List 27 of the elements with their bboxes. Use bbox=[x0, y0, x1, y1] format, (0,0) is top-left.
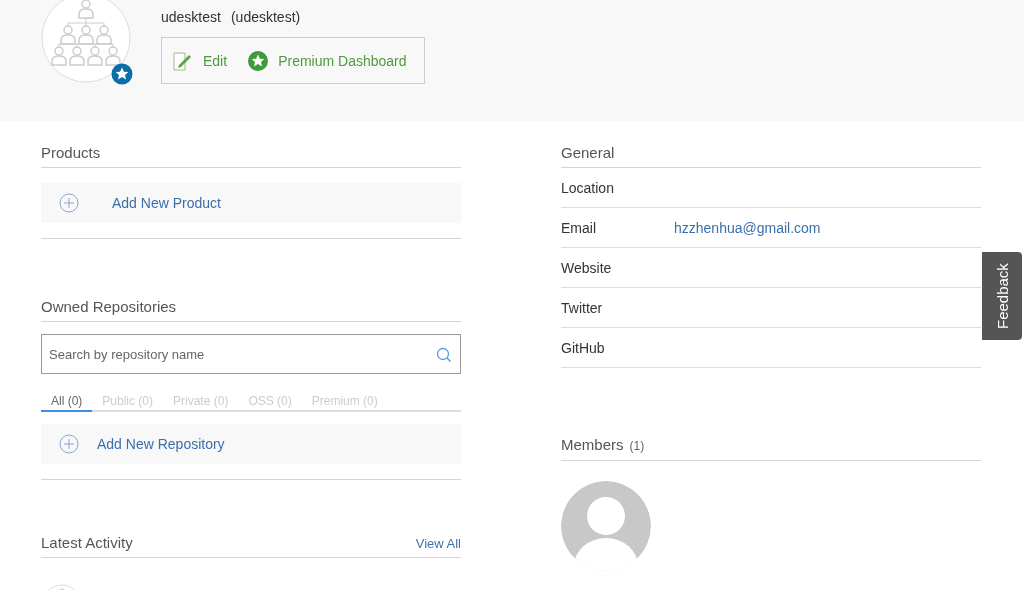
search-field[interactable]: Search by repository name bbox=[41, 334, 461, 374]
edit-button[interactable]: Edit bbox=[172, 49, 228, 72]
organization-handle: (udesktest) bbox=[230, 9, 301, 27]
section-title: General bbox=[561, 144, 615, 161]
field-label: Website bbox=[561, 259, 613, 276]
add-product-button[interactable]: Add New Product bbox=[41, 183, 461, 223]
section-title: Members bbox=[561, 436, 624, 453]
plus-icon bbox=[59, 193, 79, 213]
section-title: Latest Activity bbox=[41, 534, 133, 551]
field-label: GitHub bbox=[561, 339, 606, 356]
member-avatar[interactable] bbox=[561, 481, 651, 571]
field-label: Twitter bbox=[561, 299, 604, 316]
section-title: Products bbox=[41, 144, 101, 161]
view-all-link[interactable]: View All bbox=[415, 536, 461, 551]
premium-button[interactable]: Premium Dashboard bbox=[247, 49, 407, 72]
plus-icon bbox=[59, 434, 79, 454]
email-link[interactable]: hzzhenhua@gmail.com bbox=[674, 219, 821, 236]
field-label: Location bbox=[561, 179, 615, 196]
member-count: (1) bbox=[629, 439, 645, 453]
feedback-tab[interactable]: Feedback bbox=[982, 252, 1022, 340]
search-icon bbox=[436, 347, 452, 363]
add-repository-button[interactable]: Add New Repository bbox=[41, 424, 461, 464]
filter-tab[interactable]: All (0) bbox=[41, 394, 93, 412]
organization-name: udesktest bbox=[161, 9, 221, 27]
edit-icon bbox=[172, 49, 194, 72]
section-title: Owned Repositories bbox=[41, 298, 177, 315]
field-label: Email bbox=[561, 219, 597, 236]
